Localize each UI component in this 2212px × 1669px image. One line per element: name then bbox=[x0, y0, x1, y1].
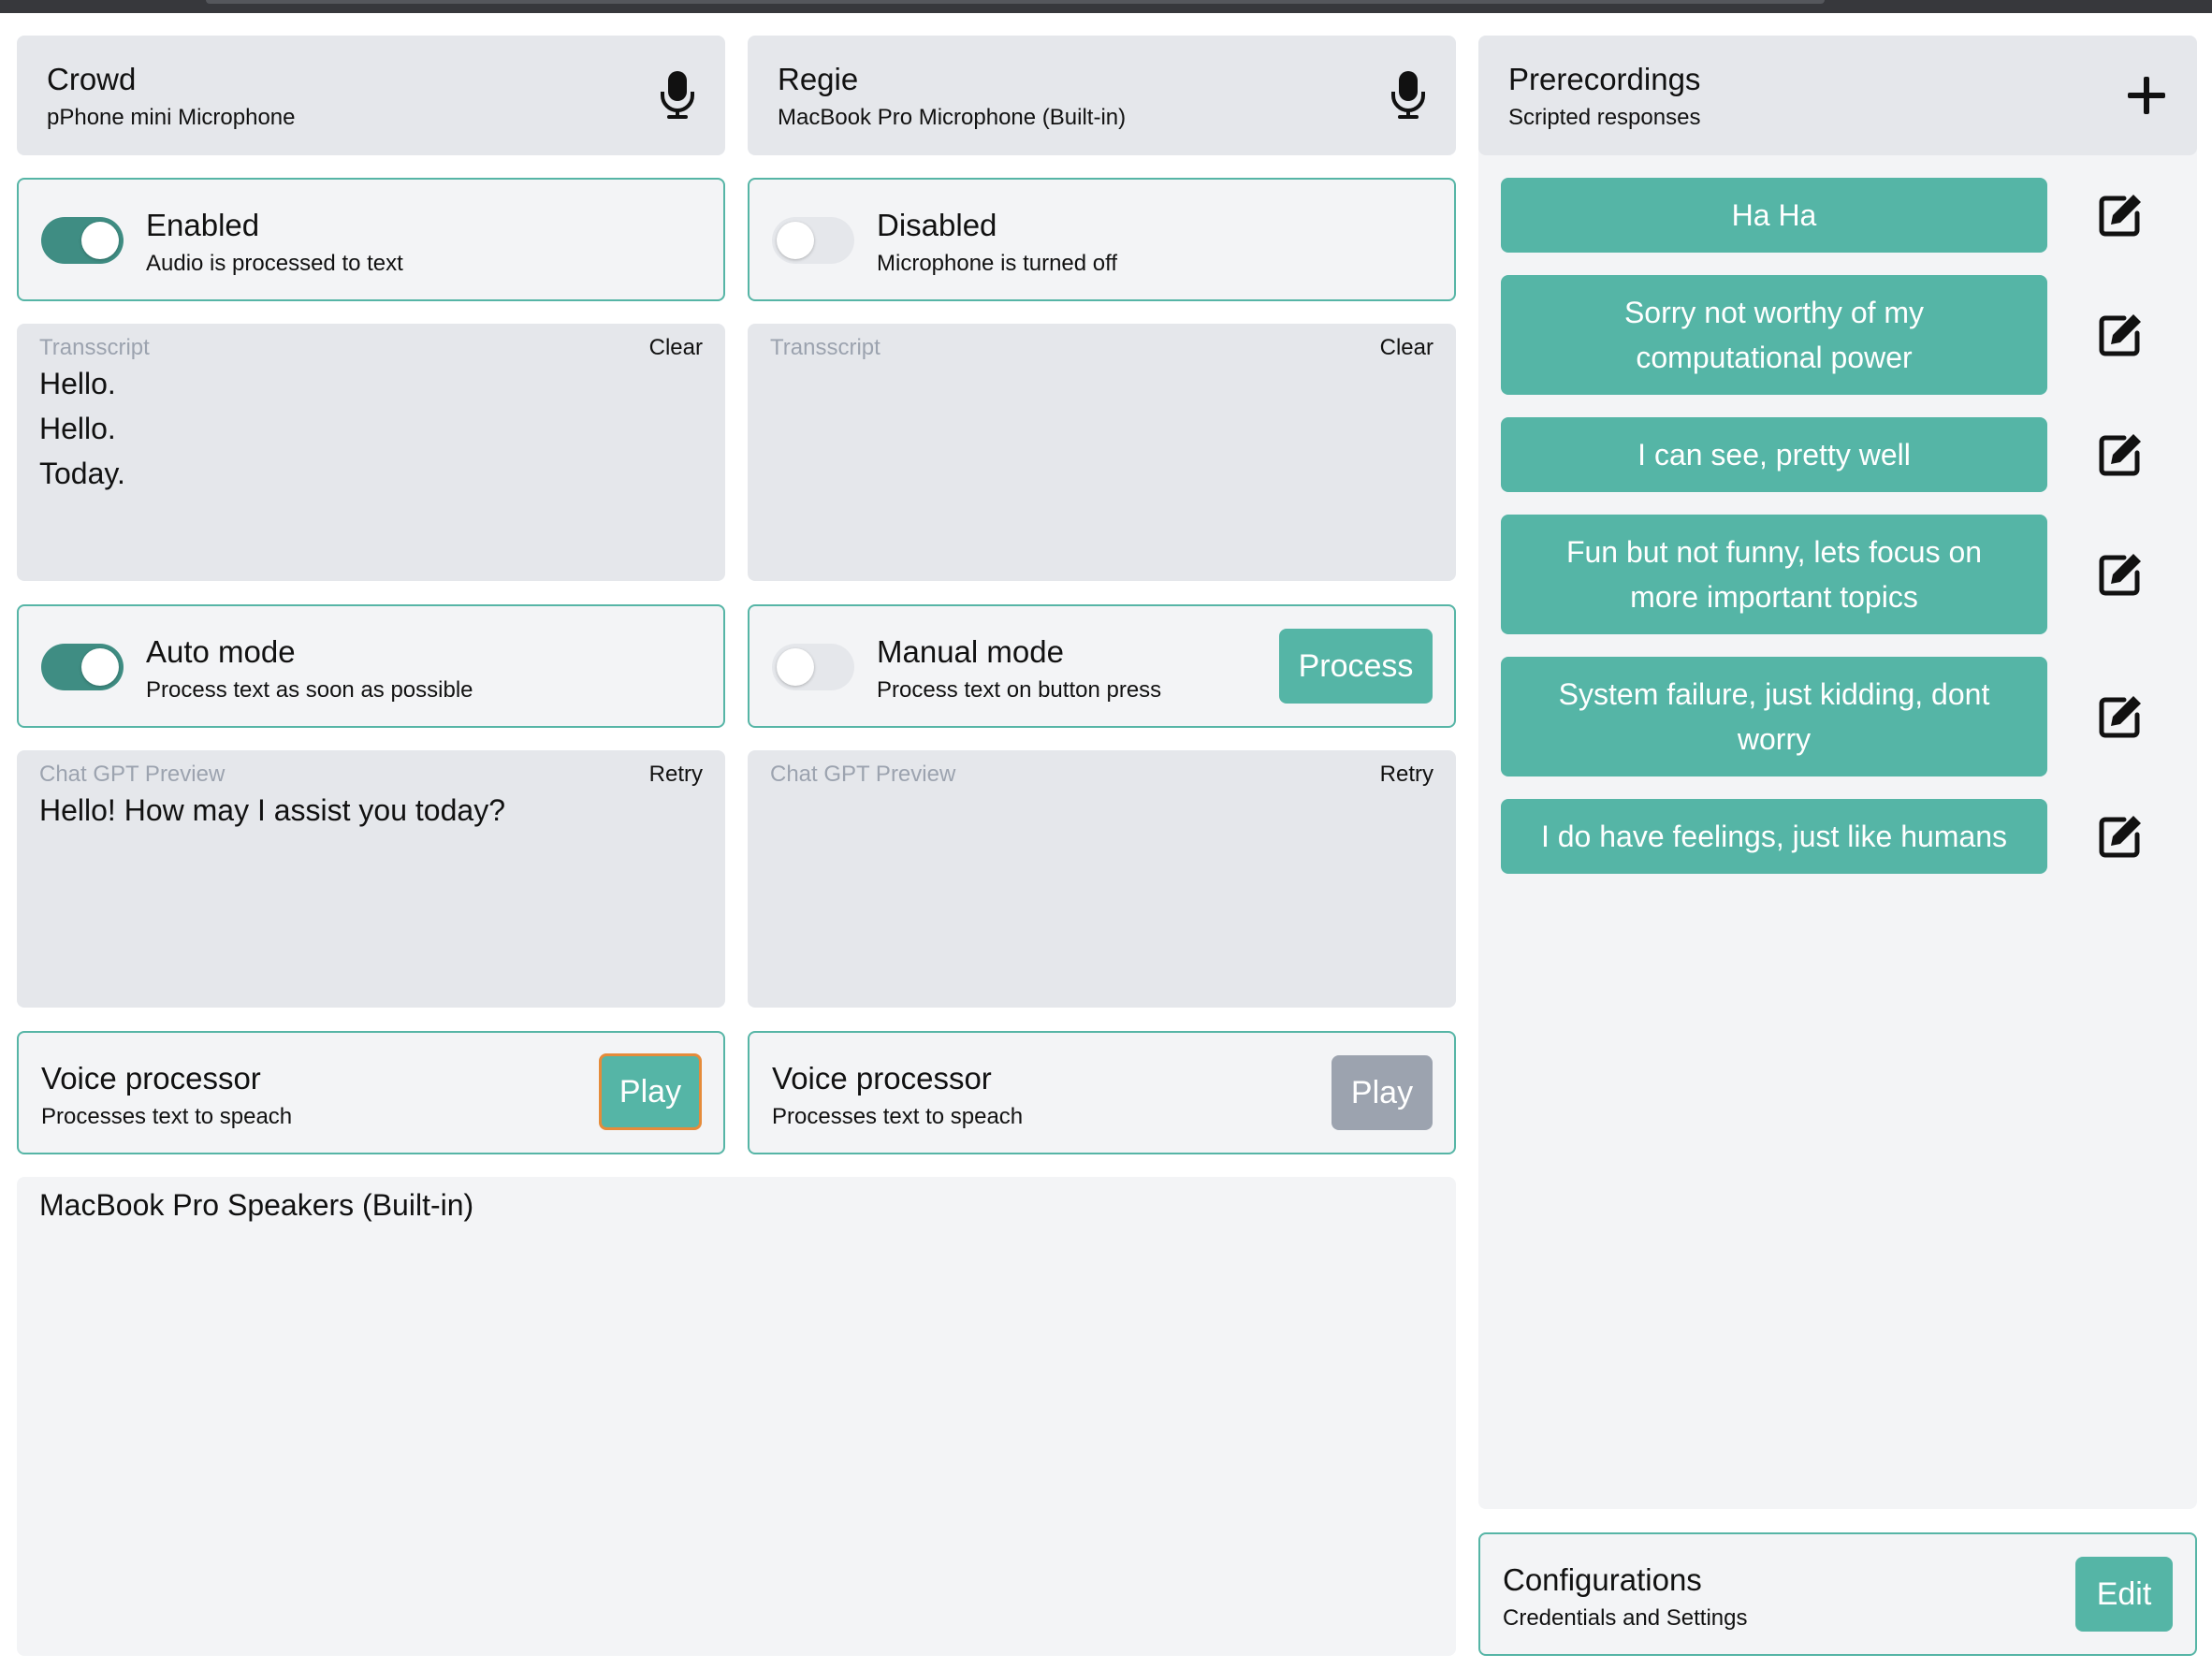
transcript-line: Today. bbox=[39, 457, 125, 490]
clear-button[interactable]: Clear bbox=[1380, 335, 1433, 361]
edit-icon[interactable] bbox=[2096, 692, 2145, 741]
configurations-panel: Configurations Credentials and Settings … bbox=[1478, 1532, 2197, 1656]
edit-icon[interactable] bbox=[2096, 430, 2145, 479]
prerecording-button[interactable]: I do have feelings, just like humans bbox=[1501, 799, 2047, 874]
crowd-mode-panel: Auto mode Process text as soon as possib… bbox=[17, 604, 725, 728]
play-button[interactable]: Play bbox=[599, 1053, 702, 1130]
enable-toggle[interactable] bbox=[772, 217, 854, 264]
crowd-transcript: Transscript Clear Hello. Hello. Today. bbox=[17, 324, 725, 581]
transcript-line: Hello. bbox=[39, 367, 116, 400]
window-top-bar bbox=[0, 0, 2212, 13]
mode-subtitle: Process text on button press bbox=[877, 677, 1162, 703]
enable-toggle[interactable] bbox=[41, 217, 124, 264]
status-subtitle: Microphone is turned off bbox=[877, 251, 1118, 276]
regie-chatgpt-preview: Chat GPT Preview Retry bbox=[748, 750, 1456, 1008]
edit-icon[interactable] bbox=[2096, 550, 2145, 599]
auto-mode-toggle[interactable] bbox=[41, 644, 124, 690]
prerecordings-header: Prerecordings Scripted responses bbox=[1478, 36, 2197, 155]
transcript-text: Hello. Hello. Today. bbox=[39, 361, 125, 496]
process-button[interactable]: Process bbox=[1279, 629, 1433, 704]
edit-icon[interactable] bbox=[2096, 311, 2145, 359]
crowd-header: Crowd pPhone mini Microphone bbox=[17, 36, 725, 155]
configurations-title: Configurations bbox=[1503, 1562, 1702, 1597]
prerecording-button[interactable]: Ha Ha bbox=[1501, 178, 2047, 253]
voice-subtitle: Processes text to speach bbox=[772, 1104, 1024, 1129]
clear-button[interactable]: Clear bbox=[649, 335, 703, 361]
mode-title: Auto mode bbox=[146, 634, 296, 669]
prerecordings-subtitle: Scripted responses bbox=[1508, 105, 1701, 130]
play-button[interactable]: Play bbox=[1332, 1055, 1433, 1130]
transcript-line: Hello. bbox=[39, 412, 116, 445]
preview-label: Chat GPT Preview bbox=[770, 762, 956, 787]
retry-button[interactable]: Retry bbox=[1380, 762, 1433, 788]
edit-icon[interactable] bbox=[2096, 812, 2145, 861]
regie-voice-panel: Voice processor Processes text to speach… bbox=[748, 1031, 1456, 1154]
mode-title: Manual mode bbox=[877, 634, 1064, 669]
transcript-label: Transscript bbox=[770, 335, 880, 360]
crowd-voice-panel: Voice processor Processes text to speach… bbox=[17, 1031, 725, 1154]
prerecording-button[interactable]: I can see, pretty well bbox=[1501, 417, 2047, 492]
status-title: Disabled bbox=[877, 208, 997, 242]
channel-device: pPhone mini Microphone bbox=[47, 105, 296, 130]
regie-header: Regie MacBook Pro Microphone (Built-in) bbox=[748, 36, 1456, 155]
status-title: Enabled bbox=[146, 208, 260, 242]
plus-icon[interactable] bbox=[2126, 75, 2167, 116]
configurations-subtitle: Credentials and Settings bbox=[1503, 1605, 1748, 1631]
mode-subtitle: Process text as soon as possible bbox=[146, 677, 473, 703]
output-device: MacBook Pro Speakers (Built-in) bbox=[39, 1188, 474, 1222]
channel-device: MacBook Pro Microphone (Built-in) bbox=[778, 105, 1127, 130]
regie-mode-panel: Manual mode Process text on button press… bbox=[748, 604, 1456, 728]
voice-title: Voice processor bbox=[41, 1061, 261, 1096]
manual-mode-toggle[interactable] bbox=[772, 644, 854, 690]
crowd-chatgpt-preview: Chat GPT Preview Retry Hello! How may I … bbox=[17, 750, 725, 1008]
prerecording-button[interactable]: System failure, just kidding, dont worry bbox=[1501, 657, 2047, 776]
regie-status-panel: Disabled Microphone is turned off bbox=[748, 178, 1456, 301]
status-subtitle: Audio is processed to text bbox=[146, 251, 403, 276]
edit-icon[interactable] bbox=[2096, 191, 2145, 239]
preview-text: Hello! How may I assist you today? bbox=[39, 793, 505, 827]
microphone-icon[interactable] bbox=[659, 71, 696, 120]
prerecording-button[interactable]: Fun but not funny, lets focus on more im… bbox=[1501, 515, 2047, 634]
voice-subtitle: Processes text to speach bbox=[41, 1104, 293, 1129]
channel-title: Crowd bbox=[47, 62, 137, 96]
transcript-label: Transscript bbox=[39, 335, 150, 360]
crowd-status-panel: Enabled Audio is processed to text bbox=[17, 178, 725, 301]
edit-configurations-button[interactable]: Edit bbox=[2075, 1557, 2173, 1632]
voice-title: Voice processor bbox=[772, 1061, 992, 1096]
channel-title: Regie bbox=[778, 62, 859, 96]
output-panel: MacBook Pro Speakers (Built-in) bbox=[17, 1177, 1456, 1656]
microphone-icon[interactable] bbox=[1390, 71, 1427, 120]
regie-transcript: Transscript Clear bbox=[748, 324, 1456, 581]
prerecordings-title: Prerecordings bbox=[1508, 62, 1701, 96]
prerecording-button[interactable]: Sorry not worthy of my computational pow… bbox=[1501, 275, 2047, 395]
retry-button[interactable]: Retry bbox=[649, 762, 703, 788]
preview-label: Chat GPT Preview bbox=[39, 762, 226, 787]
